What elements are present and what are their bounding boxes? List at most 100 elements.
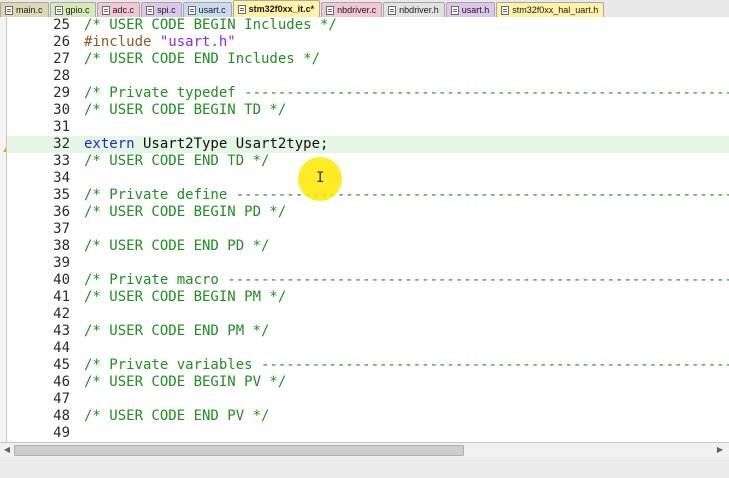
code-line[interactable]: 29 /* Private typedef -------------------… (7, 85, 729, 102)
line-number: 29 (53, 85, 70, 101)
code-token: Usart2Type Usart2type; (134, 136, 329, 152)
tab-gpio-c[interactable]: gpio.c (49, 2, 96, 17)
line-number: 33 (53, 153, 70, 169)
code-token: /* USER CODE BEGIN TD */ (84, 102, 287, 118)
line-number: 40 (53, 272, 70, 288)
tab-label: usart.h (461, 5, 490, 15)
code-token: /* USER CODE END PM */ (84, 323, 270, 339)
code-token: extern (84, 136, 135, 152)
code-line[interactable]: 41 /* USER CODE BEGIN PM */ (7, 289, 729, 306)
code-line[interactable]: 49 (7, 425, 729, 442)
code-token: /* USER CODE BEGIN PV */ (84, 374, 287, 390)
window-bottom (0, 457, 729, 478)
scroll-left-icon[interactable]: ◀ (2, 445, 12, 455)
code-text: /* USER CODE BEGIN Includes */ (84, 17, 337, 34)
tab-label: gpio.c (65, 5, 90, 15)
code-text: /* USER CODE END PV */ (84, 408, 269, 425)
code-token: /* Private typedef ---------------------… (84, 85, 729, 101)
code-line[interactable]: 36 /* USER CODE BEGIN PD */ (7, 204, 729, 221)
line-number: 46 (53, 374, 70, 390)
code-token: #include (84, 34, 160, 50)
code-line[interactable]: 37 (7, 221, 729, 238)
tab-spi-c[interactable]: spi.c (141, 2, 182, 17)
line-number: 32 (53, 136, 70, 152)
tab-adc-c[interactable]: adc.c (96, 2, 141, 17)
code-line[interactable]: 35 /* Private define --------------------… (7, 187, 729, 204)
code-line[interactable]: 27 /* USER CODE END Includes */ (7, 51, 729, 68)
tab-stm32f0xx-hal-uart-h[interactable]: stm32f0xx_hal_uart.h (496, 2, 605, 17)
tab-usart-h[interactable]: usart.h (445, 2, 496, 17)
code-line[interactable]: 38 /* USER CODE END PD */ (7, 238, 729, 255)
code-text: /* USER CODE END Includes */ (84, 51, 320, 68)
tab-nbdriver-c[interactable]: nbdriver.c (321, 2, 383, 17)
tab-label: main.c (16, 5, 43, 15)
scroll-right-icon[interactable]: ▶ (715, 445, 725, 455)
code-text: #include "usart.h" (84, 34, 236, 51)
code-line[interactable]: 30 /* USER CODE BEGIN TD */ (7, 102, 729, 119)
code-token: "usart.h" (159, 34, 236, 50)
tab-stm32f0xx-it-c[interactable]: stm32f0xx_it.c* (232, 0, 321, 17)
file-icon (54, 5, 63, 15)
code-line[interactable]: 33 /* USER CODE END TD */ (7, 153, 729, 170)
code-text: /* USER CODE END PD */ (84, 238, 269, 255)
tab-main-c[interactable]: main.c (0, 2, 49, 17)
code-token: /* Private define ----------------------… (84, 187, 729, 203)
code-line[interactable]: 28 (7, 68, 729, 85)
line-number: 48 (53, 408, 70, 424)
line-number: 27 (53, 51, 70, 67)
code-token: /* USER CODE END PV */ (84, 408, 270, 424)
code-text: /* USER CODE BEGIN PV */ (84, 374, 286, 391)
code-line[interactable]: 47 (7, 391, 729, 408)
line-number: 26 (53, 34, 70, 50)
file-icon (101, 5, 110, 15)
tab-usart-c[interactable]: usart.c (182, 2, 232, 17)
code-line[interactable]: 31 (7, 119, 729, 136)
code-text: /* USER CODE BEGIN PD */ (84, 204, 286, 221)
code-line[interactable]: 44 (7, 340, 729, 357)
line-number: 43 (53, 323, 70, 339)
line-number: 49 (53, 425, 70, 441)
line-number: 38 (53, 238, 70, 254)
code-line[interactable]: 42 (7, 306, 729, 323)
file-icon (187, 5, 196, 15)
code-editor[interactable]: 25 /* USER CODE BEGIN Includes */ 26 #inclu… (6, 17, 729, 442)
line-number: 45 (53, 357, 70, 373)
tab-label: nbdriver.c (337, 5, 377, 15)
tab-label: usart.c (198, 5, 226, 15)
code-line[interactable]: 46 /* USER CODE BEGIN PV */ (7, 374, 729, 391)
code-line[interactable]: 26 #include "usart.h" (7, 34, 729, 51)
file-tab-bar: main.c gpio.c adc.c spi.c usart.c stm32f0xx_i… (0, 0, 729, 18)
tab-nbdriver-h[interactable]: nbdriver.h (383, 2, 445, 17)
line-number: 39 (53, 255, 70, 271)
code-line[interactable]: 43 /* USER CODE END PM */ (7, 323, 729, 340)
code-token: /* USER CODE BEGIN Includes */ (84, 17, 337, 33)
code-text: extern Usart2Type Usart2type; (84, 136, 328, 153)
code-text: /* Private variables -------------------… (84, 357, 729, 374)
code-token: /* USER CODE END TD */ (84, 153, 270, 169)
tab-label: spi.c (157, 5, 176, 15)
code-line[interactable]: 39 (7, 255, 729, 272)
line-number: 47 (53, 391, 70, 407)
code-line[interactable]: 40 /* Private macro ---------------------… (7, 272, 729, 289)
file-icon (5, 5, 13, 15)
code-line[interactable]: 32 extern Usart2Type Usart2type; (7, 136, 729, 153)
file-icon (326, 5, 335, 15)
code-text: /* Private define ----------------------… (84, 187, 729, 204)
code-line[interactable]: 25 /* USER CODE BEGIN Includes */ (7, 17, 729, 34)
line-number: 37 (53, 221, 70, 237)
code-line[interactable]: 48 /* USER CODE END PV */ (7, 408, 729, 425)
code-token: /* USER CODE END PD */ (84, 238, 270, 254)
code-text: /* USER CODE END PM */ (84, 323, 269, 340)
code-token: /* USER CODE BEGIN PM */ (84, 289, 287, 305)
file-icon (146, 5, 155, 15)
code-text: /* USER CODE BEGIN PM */ (84, 289, 286, 306)
scroll-thumb[interactable] (14, 445, 464, 456)
horizontal-scrollbar[interactable]: ◀ ▶ (0, 442, 729, 457)
code-line[interactable]: 45 /* Private variables -----------------… (7, 357, 729, 374)
code-line[interactable]: 34 (7, 170, 729, 187)
tab-label: adc.c (112, 5, 135, 15)
line-number: 36 (53, 204, 70, 220)
code-token: /* Private macro -----------------------… (84, 272, 729, 288)
code-text: /* USER CODE END TD */ (84, 153, 269, 170)
code-token: /* USER CODE BEGIN PD */ (84, 204, 287, 220)
